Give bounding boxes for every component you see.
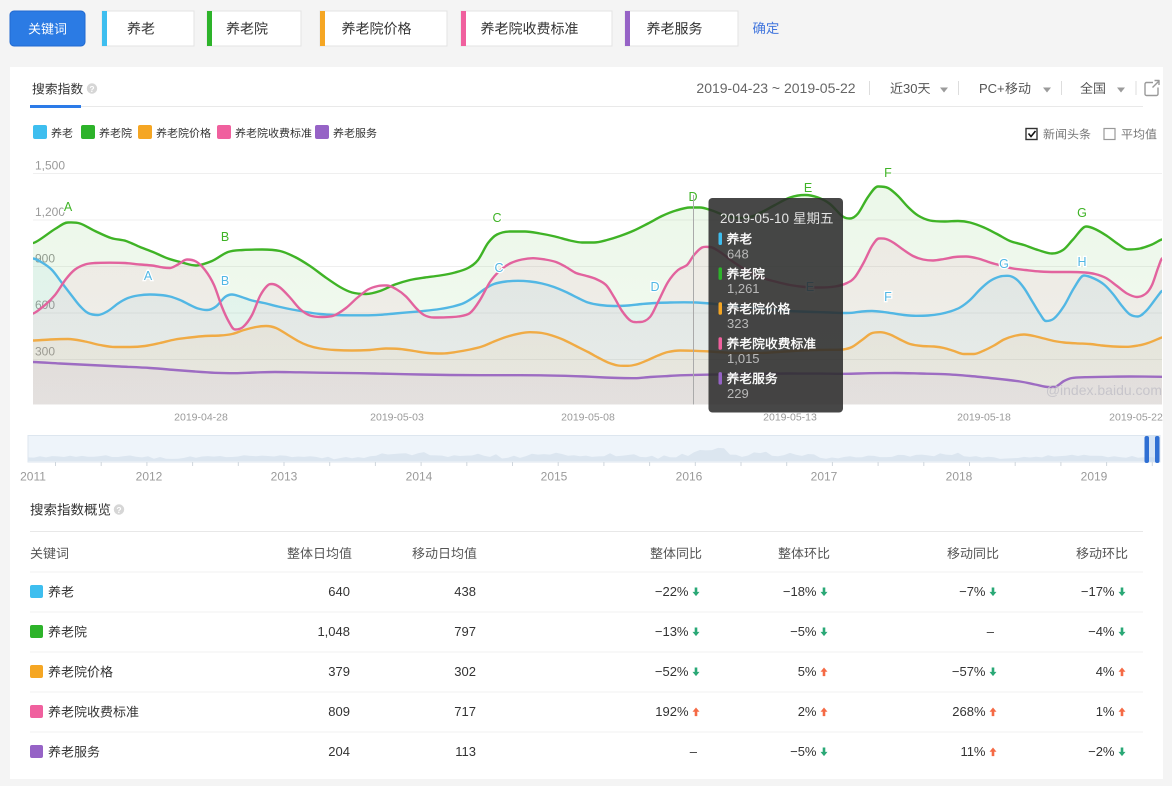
svg-text:–: – [690,744,698,759]
svg-text:?: ? [89,84,94,94]
svg-text:1,261: 1,261 [727,281,760,296]
svg-text:2013: 2013 [271,470,298,484]
svg-text:2012: 2012 [136,470,163,484]
svg-text:?: ? [116,505,121,515]
svg-text:−52%: −52% [655,664,689,679]
svg-text:809: 809 [328,704,350,719]
svg-text:−4%: −4% [1088,624,1115,639]
svg-text:2019-05-22: 2019-05-22 [1109,412,1163,424]
svg-text:192%: 192% [655,704,689,719]
svg-text:G: G [1077,206,1087,220]
svg-text:–: – [987,624,995,639]
svg-text:1,048: 1,048 [317,624,350,639]
svg-text:−22%: −22% [655,584,689,599]
svg-text:1,500: 1,500 [35,159,65,173]
svg-text:F: F [884,166,892,180]
svg-text:2%: 2% [798,704,817,719]
svg-text:640: 640 [328,584,350,599]
svg-text:204: 204 [328,744,350,759]
svg-text:E: E [804,181,812,195]
svg-text:113: 113 [455,744,476,759]
svg-text:A: A [64,200,73,214]
svg-text:11%: 11% [960,744,985,759]
svg-text:2015: 2015 [541,470,568,484]
svg-text:797: 797 [454,624,476,639]
svg-text:2011: 2011 [20,470,46,484]
svg-text:323: 323 [727,316,749,331]
svg-text:1%: 1% [1096,704,1115,719]
svg-text:2019-05-03: 2019-05-03 [370,412,424,424]
svg-text:@index.baidu.com: @index.baidu.com [1046,382,1162,398]
svg-text:717: 717 [454,704,476,719]
svg-text:−57%: −57% [952,664,986,679]
svg-text:648: 648 [727,246,749,261]
svg-text:229: 229 [727,386,749,401]
svg-text:A: A [144,269,153,283]
svg-text:2017: 2017 [811,470,838,484]
svg-text:−18%: −18% [783,584,817,599]
svg-text:30: 30 [903,81,917,96]
svg-text:−7%: −7% [959,584,986,599]
svg-text:438: 438 [454,584,476,599]
svg-text:379: 379 [328,664,350,679]
svg-text:C: C [494,261,503,275]
svg-text:2019-05-08: 2019-05-08 [561,412,615,424]
svg-text:5%: 5% [798,664,817,679]
svg-text:268%: 268% [952,704,986,719]
svg-text:PC+: PC+ [979,81,1005,96]
svg-text:−2%: −2% [1088,744,1115,759]
svg-text:G: G [999,257,1009,271]
svg-text:4%: 4% [1096,664,1115,679]
svg-text:−5%: −5% [790,624,817,639]
svg-text:B: B [221,230,229,244]
svg-text:2019-04-23 ~ 2019-05-22: 2019-04-23 ~ 2019-05-22 [696,80,855,96]
svg-text:2019-04-28: 2019-04-28 [174,412,228,424]
svg-text:B: B [221,274,229,288]
svg-text:2019: 2019 [1081,470,1108,484]
svg-text:2016: 2016 [676,470,703,484]
svg-text:F: F [884,290,892,304]
svg-text:2014: 2014 [406,470,433,484]
svg-text:1,015: 1,015 [727,351,760,366]
svg-text:−5%: −5% [790,744,817,759]
svg-text:1,200: 1,200 [35,205,65,219]
svg-text:−17%: −17% [1081,584,1115,599]
svg-text:2019-05-10: 2019-05-10 [720,211,789,226]
svg-text:D: D [650,280,659,294]
svg-text:−13%: −13% [655,624,689,639]
svg-text:2018: 2018 [946,470,973,484]
svg-text:302: 302 [454,664,476,679]
svg-text:2019-05-18: 2019-05-18 [957,412,1011,424]
svg-text:C: C [492,211,501,225]
svg-text:2019-05-13: 2019-05-13 [763,412,817,424]
svg-text:H: H [1077,255,1086,269]
